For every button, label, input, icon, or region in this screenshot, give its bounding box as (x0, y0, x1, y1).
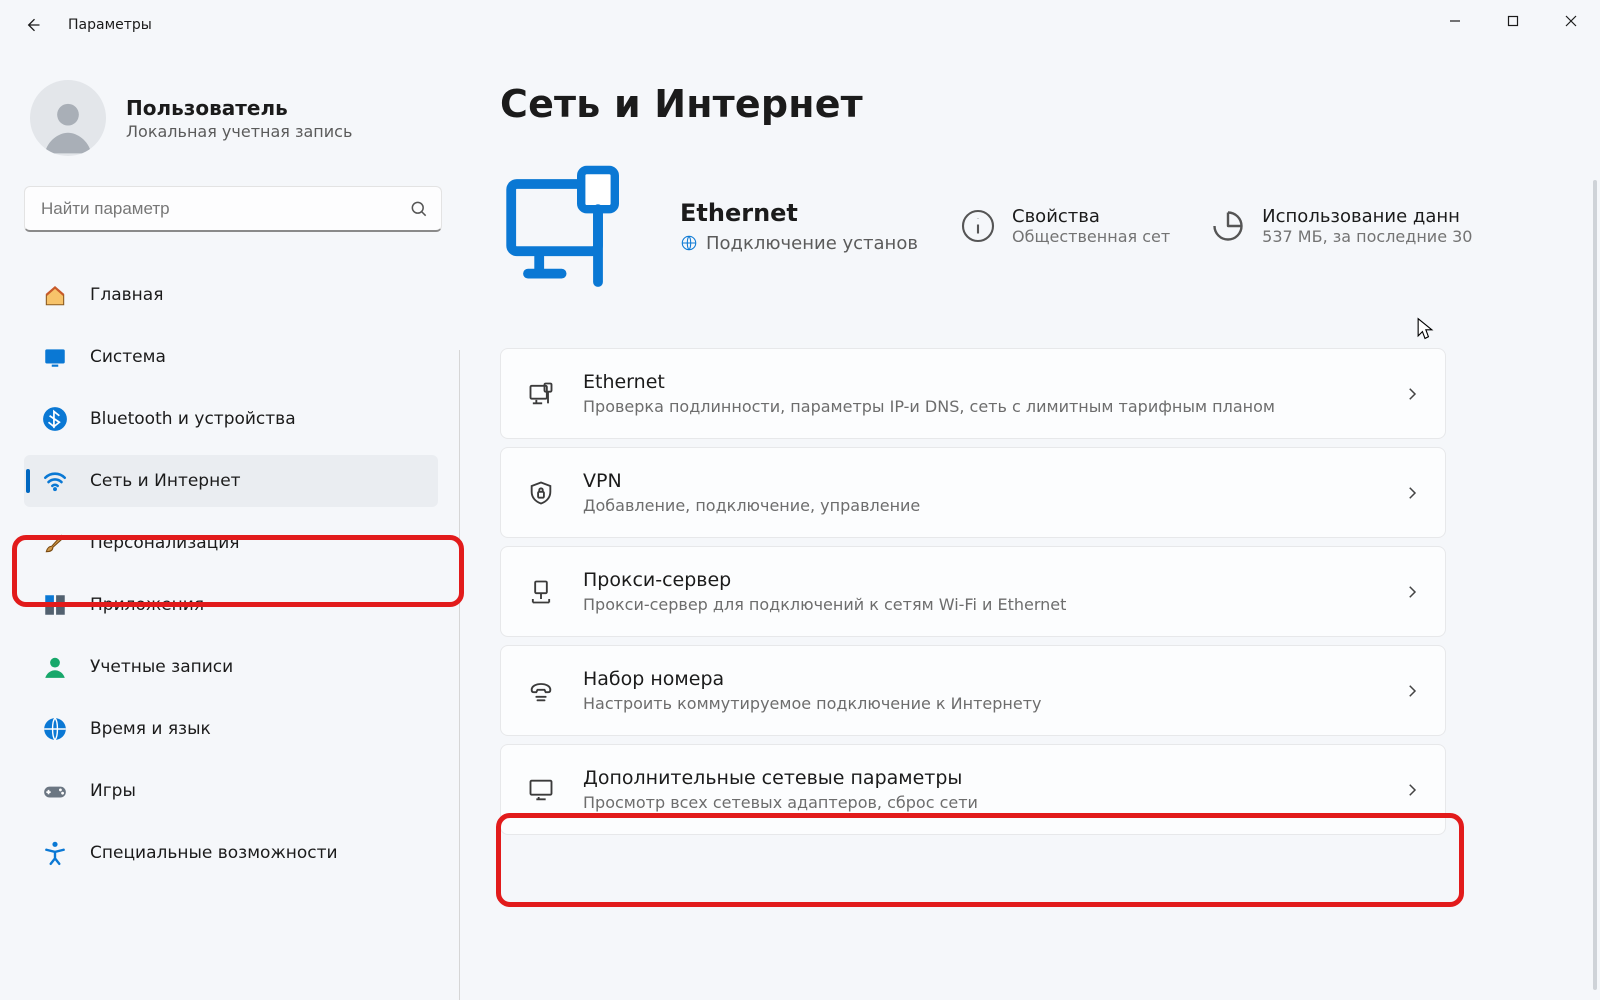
page-title: Сеть и Интернет (500, 82, 1600, 126)
sidebar: Пользователь Локальная учетная запись Гл… (0, 50, 460, 1000)
chevron-right-icon (1403, 484, 1421, 502)
properties-sub: Общественная сет (1012, 227, 1170, 246)
system-icon (42, 344, 68, 370)
sidebar-item-time[interactable]: Время и язык (24, 703, 438, 755)
monitor-icon (525, 774, 557, 806)
sidebar-item-label: Система (90, 347, 166, 367)
avatar (30, 80, 106, 156)
gamepad-icon (42, 778, 68, 804)
globe-clock-icon (42, 716, 68, 742)
properties-block[interactable]: Свойства Общественная сет (960, 206, 1170, 246)
data-usage-block[interactable]: Использование данн 537 МБ, за последние … (1210, 206, 1472, 246)
card-title: Дополнительные сетевые параметры (583, 767, 1377, 789)
sidebar-item-system[interactable]: Система (24, 331, 438, 383)
chevron-right-icon (1403, 583, 1421, 601)
card-subtitle: Прокси-сервер для подключений к сетям Wi… (583, 595, 1377, 614)
ethernet-icon (525, 378, 557, 410)
main-content: Сеть и Интернет Ethernet Подключение уст… (460, 50, 1600, 1000)
proxy-icon (525, 576, 557, 608)
sidebar-item-games[interactable]: Игры (24, 765, 438, 817)
cursor-icon (1416, 317, 1434, 341)
sidebar-item-bluetooth[interactable]: Bluetooth и устройства (24, 393, 438, 445)
window-title: Параметры (68, 17, 152, 33)
sidebar-item-network[interactable]: Сеть и Интернет (24, 455, 438, 507)
title-bar: Параметры (0, 0, 1600, 50)
minimize-button[interactable] (1426, 0, 1484, 42)
usage-title: Использование данн (1262, 206, 1472, 227)
sidebar-item-label: Учетные записи (90, 657, 233, 677)
card-proxy[interactable]: Прокси-сервер Прокси-сервер для подключен… (500, 546, 1446, 637)
card-vpn[interactable]: VPN Добавление, подключение, управление (500, 447, 1446, 538)
chevron-right-icon (1403, 385, 1421, 403)
usage-sub: 537 МБ, за последние 30 (1262, 227, 1472, 246)
sidebar-item-home[interactable]: Главная (24, 269, 438, 321)
chevron-right-icon (1403, 682, 1421, 700)
card-subtitle: Настроить коммутируемое подключение к Ин… (583, 694, 1377, 713)
info-icon (960, 208, 996, 244)
sidebar-nav: Главная Система Bluetooth и устройства Сеть… (24, 264, 460, 884)
network-status-row: Ethernet Подключение установ Свойства Об… (500, 156, 1600, 296)
card-subtitle: Проверка подлинности, параметры IP-и DNS… (583, 397, 1377, 416)
accessibility-icon (42, 840, 68, 866)
user-subtitle: Локальная учетная запись (126, 122, 352, 141)
sidebar-item-label: Игры (90, 781, 136, 801)
sidebar-item-accounts[interactable]: Учетные записи (24, 641, 438, 693)
chevron-right-icon (1403, 781, 1421, 799)
user-account-box[interactable]: Пользователь Локальная учетная запись (24, 74, 460, 186)
status-main[interactable]: Ethernet Подключение установ (680, 199, 920, 254)
sidebar-item-label: Сеть и Интернет (90, 471, 241, 491)
maximize-button[interactable] (1484, 0, 1542, 42)
close-button[interactable] (1542, 0, 1600, 42)
phone-icon (525, 675, 557, 707)
status-name: Ethernet (680, 199, 920, 227)
card-title: Ethernet (583, 371, 1377, 393)
card-title: Прокси-сервер (583, 569, 1377, 591)
bluetooth-icon (42, 406, 68, 432)
card-subtitle: Добавление, подключение, управление (583, 496, 1377, 515)
card-title: Набор номера (583, 668, 1377, 690)
sidebar-item-label: Специальные возможности (90, 843, 338, 863)
back-button[interactable] (10, 3, 54, 47)
settings-cards: Ethernet Проверка подлинности, параметры … (500, 348, 1446, 835)
apps-icon (42, 592, 68, 618)
search-icon (409, 199, 429, 219)
sidebar-item-accessibility[interactable]: Специальные возможности (24, 827, 438, 879)
status-state: Подключение установ (706, 233, 918, 254)
sidebar-item-label: Bluetooth и устройства (90, 409, 296, 429)
sidebar-item-label: Главная (90, 285, 163, 305)
card-advanced[interactable]: Дополнительные сетевые параметры Просмотр… (500, 744, 1446, 835)
user-name: Пользователь (126, 96, 352, 120)
sidebar-item-apps[interactable]: Приложения (24, 579, 438, 631)
window-controls (1426, 0, 1600, 42)
card-title: VPN (583, 470, 1377, 492)
scrollbar[interactable] (1593, 180, 1597, 990)
card-dialup[interactable]: Набор номера Настроить коммутируемое подк… (500, 645, 1446, 736)
wifi-icon (42, 468, 68, 494)
properties-title: Свойства (1012, 206, 1170, 227)
sidebar-item-personalize[interactable]: Персонализация (24, 517, 438, 569)
card-ethernet[interactable]: Ethernet Проверка подлинности, параметры … (500, 348, 1446, 439)
data-usage-icon (1210, 208, 1246, 244)
ethernet-status-icon (500, 156, 640, 296)
search-box[interactable] (24, 186, 442, 232)
sidebar-item-label: Время и язык (90, 719, 211, 739)
brush-icon (42, 530, 68, 556)
sidebar-item-label: Персонализация (90, 533, 240, 553)
card-subtitle: Просмотр всех сетевых адаптеров, сброс с… (583, 793, 1377, 812)
home-icon (42, 282, 68, 308)
search-input[interactable] (41, 199, 409, 219)
sidebar-item-label: Приложения (90, 595, 204, 615)
globe-icon (680, 234, 698, 252)
person-icon (42, 654, 68, 680)
shield-lock-icon (525, 477, 557, 509)
